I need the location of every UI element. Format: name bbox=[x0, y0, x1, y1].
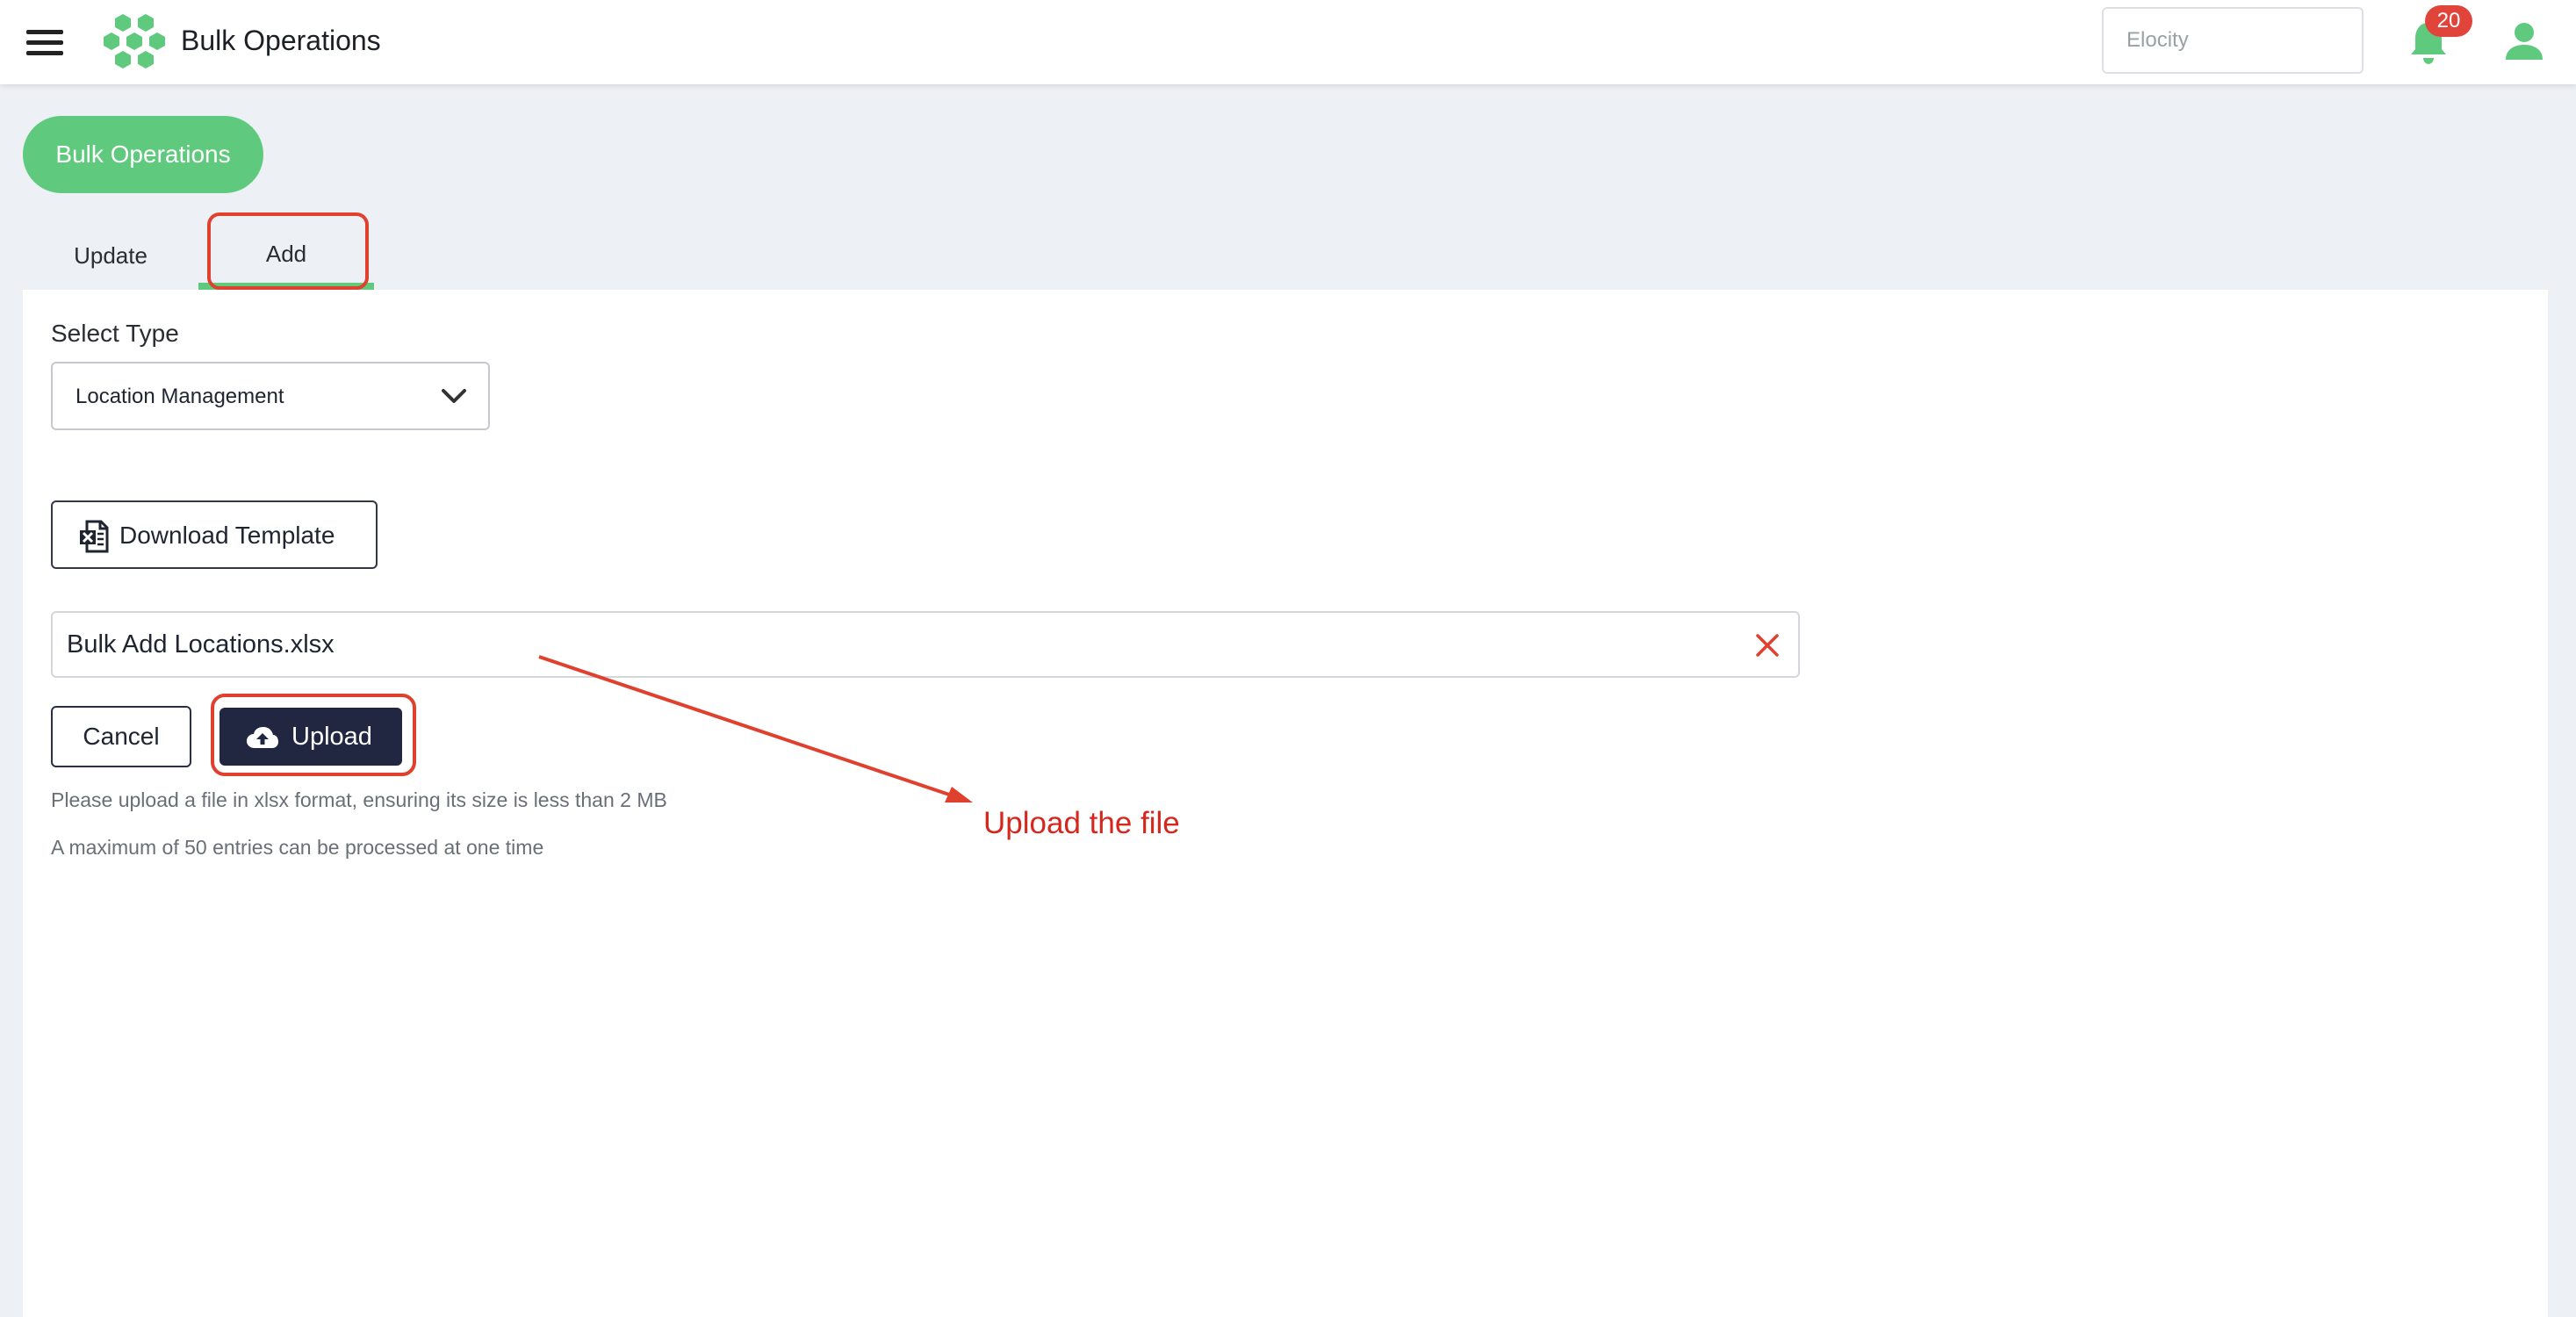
entry-limit-hint: A maximum of 50 entries can be processed… bbox=[51, 836, 544, 859]
cancel-button[interactable]: Cancel bbox=[51, 706, 191, 767]
selected-file-field[interactable]: Bulk Add Locations.xlsx bbox=[51, 611, 1800, 678]
file-format-hint: Please upload a file in xlsx format, ens… bbox=[51, 788, 667, 811]
hexagon-logo-icon bbox=[104, 14, 165, 68]
chevron-down-icon bbox=[442, 389, 466, 403]
type-select[interactable]: Location Management bbox=[51, 362, 490, 430]
annotation-highlight-add-tab bbox=[207, 212, 369, 290]
annotation-text: Upload the file bbox=[983, 806, 1180, 840]
close-icon[interactable] bbox=[1754, 632, 1781, 658]
selected-file-name: Bulk Add Locations.xlsx bbox=[67, 630, 335, 658]
notification-badge: 20 bbox=[2425, 5, 2472, 37]
menu-icon[interactable] bbox=[26, 30, 63, 56]
tab-update[interactable]: Update bbox=[23, 225, 198, 290]
top-app-bar: Bulk Operations Elocity 20 bbox=[0, 0, 2576, 84]
user-icon[interactable] bbox=[2504, 21, 2544, 61]
download-template-button[interactable]: Download Template bbox=[51, 500, 378, 569]
excel-file-icon bbox=[80, 520, 109, 553]
download-template-label: Download Template bbox=[119, 522, 335, 549]
annotation-highlight-upload-button bbox=[211, 694, 416, 776]
type-select-value: Location Management bbox=[76, 385, 284, 408]
organization-select[interactable]: Elocity bbox=[2102, 7, 2364, 74]
select-type-label: Select Type bbox=[51, 320, 179, 347]
page-title-pill: Bulk Operations bbox=[23, 116, 263, 193]
app-title: Bulk Operations bbox=[181, 25, 381, 56]
